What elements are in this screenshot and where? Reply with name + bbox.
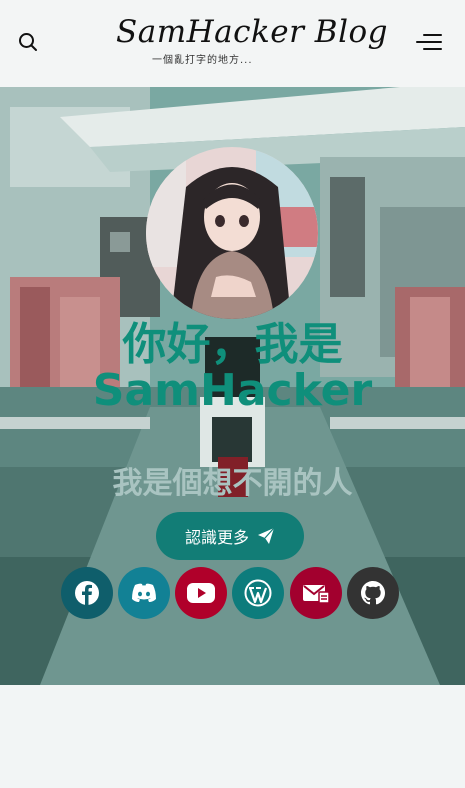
github-icon [361,581,385,605]
mail-icon [303,585,330,604]
paper-plane-icon [258,527,275,544]
youtube-link[interactable] [175,567,227,619]
wordpress-icon [244,579,272,607]
site-logo[interactable]: SamHacker Blog 一個亂打字的地方... [110,14,388,72]
search-icon [19,33,37,51]
hero-title: 你好，我是 SamHacker [0,322,465,414]
learn-more-label: 認識更多 [184,528,249,547]
wordpress-link[interactable] [232,567,284,619]
discord-icon [132,583,156,602]
hero-tagline: 我是個想不開的人 [112,466,353,501]
youtube-icon [187,583,215,603]
facebook-icon [75,581,99,605]
github-link[interactable] [347,567,399,619]
discord-link[interactable] [118,567,170,619]
menu-toggle-button[interactable] [412,28,446,56]
hero-name: SamHacker [92,365,373,416]
site-header: SamHacker Blog 一個亂打字的地方... [0,0,465,87]
logo-tagline: 一個亂打字的地方... [152,55,253,66]
menu-icon [416,34,442,50]
hero-section: 你好，我是 SamHacker 我是個想不開的人 認識更多 [0,87,465,685]
profile-avatar [146,147,318,319]
facebook-link[interactable] [61,567,113,619]
search-button[interactable] [14,28,42,56]
learn-more-button[interactable]: 認識更多 [156,512,304,560]
logo-title: SamHacker Blog [116,14,388,50]
email-link[interactable] [290,567,342,619]
hero-greeting: 你好，我是 [122,319,343,370]
